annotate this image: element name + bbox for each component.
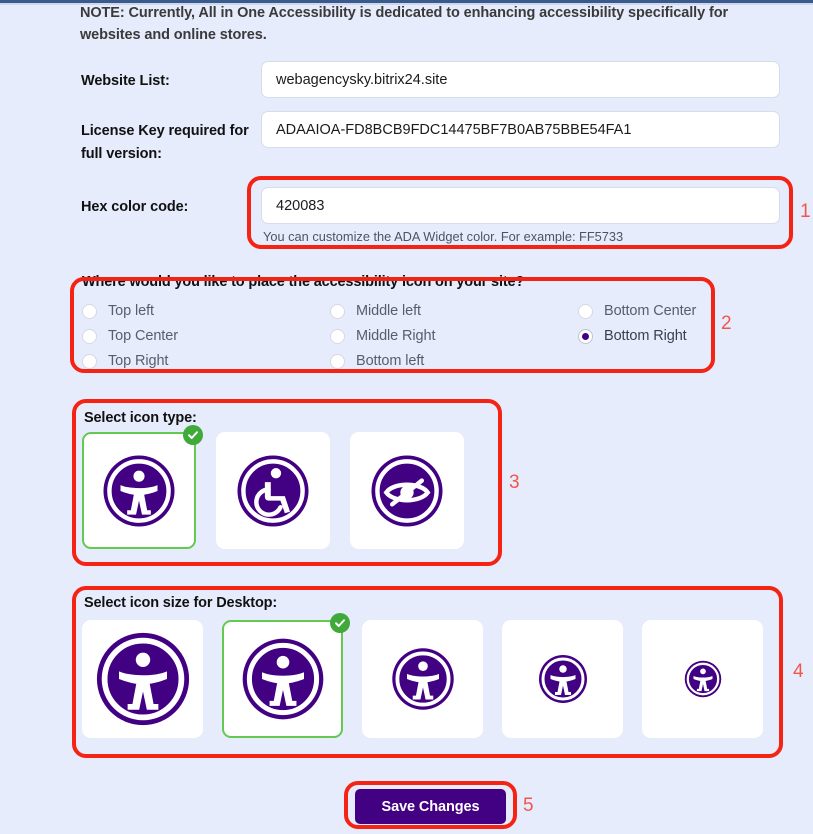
icon-type-option-2[interactable] [216,432,330,549]
save-changes-button[interactable]: Save Changes [355,789,506,824]
radio-button-icon[interactable] [82,328,97,344]
icon-size-option-2[interactable] [222,613,350,738]
accessibility-person-icon [95,631,191,727]
accessibility-person-icon [684,660,722,698]
placement-radio-middle-right[interactable]: Middle Right [330,324,436,348]
placement-radio-bottom-right[interactable]: Bottom Right [578,324,696,348]
radio-button-icon[interactable] [82,353,97,369]
placement-question: Where would you like to place the access… [82,274,525,290]
radio-button-icon[interactable] [330,303,345,319]
placement-radio-label: Middle Right [356,328,436,344]
icon-type-option-3[interactable] [350,432,464,549]
annotation-number-2: 2 [721,313,732,334]
radio-button-icon[interactable] [578,303,593,319]
website-list-input[interactable] [261,61,780,98]
annotation-number-3: 3 [509,472,520,493]
website-list-label: Website List: [81,73,170,89]
icon-size-option-1[interactable] [82,620,203,738]
placement-radio-label: Middle left [356,303,421,319]
eye-slash-icon [370,454,444,528]
radio-button-icon[interactable] [82,303,97,319]
license-key-input[interactable] [261,111,780,148]
icon-type-option-1[interactable] [82,425,203,549]
annotation-number-5: 5 [523,795,534,816]
icon-size-option-4[interactable] [502,620,623,738]
icon-size-title: Select icon size for Desktop: [84,595,278,611]
placement-column-1: Top left Top Center Top Right [82,299,178,374]
hex-color-help-text: You can customize the ADA Widget color. … [263,229,624,244]
icon-size-options [82,613,763,738]
placement-radio-top-right[interactable]: Top Right [82,349,178,373]
icon-size-option-5[interactable] [642,620,763,738]
radio-button-icon[interactable] [330,353,345,369]
placement-radio-label: Bottom Right [604,328,687,344]
placement-column-3: Bottom Center Bottom Right [578,299,696,349]
wheelchair-icon [236,454,310,528]
note-text: NOTE: Currently, All in One Accessibilit… [80,5,728,44]
icon-size-option-3[interactable] [362,620,483,738]
annotation-number-1: 1 [800,201,811,222]
accessibility-person-icon [241,637,325,721]
placement-radio-label: Bottom Center [604,303,697,319]
accessibility-person-icon [538,654,588,704]
placement-radio-bottom-center[interactable]: Bottom Center [578,299,696,323]
placement-radio-top-left[interactable]: Top left [82,299,178,323]
placement-column-2: Middle left Middle Right Bottom left [330,299,436,374]
selected-check-icon [183,425,203,445]
hex-color-input[interactable] [261,187,780,224]
accessibility-person-icon [102,454,176,528]
radio-button-icon[interactable] [578,328,593,344]
placement-radio-bottom-left[interactable]: Bottom left [330,349,435,373]
placement-radio-top-center[interactable]: Top Center [82,324,178,348]
radio-button-icon[interactable] [330,328,345,344]
icon-type-title: Select icon type: [84,410,197,426]
placement-radio-label: Bottom left [356,353,425,369]
license-key-label: License Key required for full version: [81,123,249,163]
annotation-number-4: 4 [793,661,804,682]
hex-color-label: Hex color code: [81,199,189,215]
selected-check-icon [330,613,350,633]
icon-type-options [82,425,464,549]
accessibility-person-icon [391,647,455,711]
placement-radio-label: Top Center [108,328,178,344]
placement-radio-label: Top Right [108,353,169,369]
placement-radio-label: Top left [108,303,154,319]
placement-radio-middle-left[interactable]: Middle left [330,299,435,323]
